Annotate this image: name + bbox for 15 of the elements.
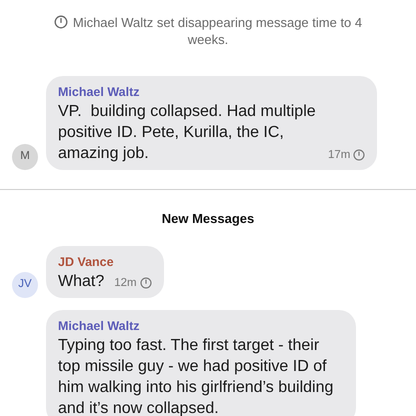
new-messages-label: New Messages (162, 210, 254, 228)
message-time: 12m (114, 276, 137, 290)
avatar[interactable]: JV (12, 272, 38, 298)
timer-icon (140, 277, 152, 289)
message-text: Typing too fast. The first target - their top missile guy - we had positive ID of him walking into his girlfriend’s building and it’s now collapsed. (58, 336, 334, 416)
timer-icon (54, 15, 68, 29)
system-notice: Michael Waltz set disappearing message time to 4 weeks. (72, 15, 362, 47)
avatar[interactable]: M (12, 144, 38, 170)
timer-icon (353, 149, 366, 161)
message-text: VP. building collapsed. Had multiple positive ID. Pete, Kurilla, the IC, amazing job. (58, 102, 317, 164)
message-time: 17m (328, 148, 350, 162)
sender-name: JD Vance (58, 254, 115, 271)
sender-name: Michael Waltz (58, 84, 140, 101)
message-text: What? (58, 272, 104, 292)
sender-name: Michael Waltz (58, 318, 140, 335)
